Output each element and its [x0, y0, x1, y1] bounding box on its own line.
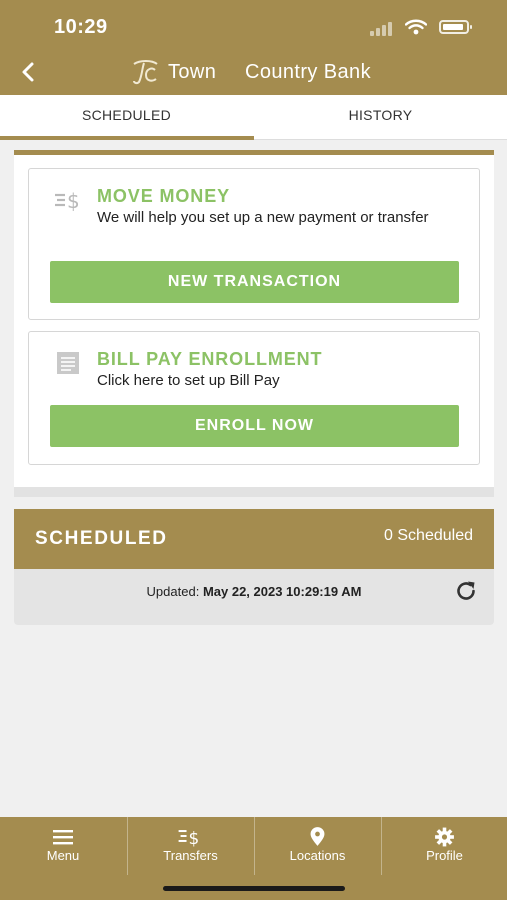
move-money-title: MOVE MONEY [97, 186, 231, 206]
updated-timestamp: Updated: May 22, 2023 10:29:19 AM [14, 584, 494, 599]
top-bar: 10:29 Town Country Bank [0, 0, 507, 95]
scheduled-header: SCHEDULED 0 Scheduled [14, 509, 494, 569]
brand-name-country-bank: Country Bank [245, 61, 371, 83]
tab-scheduled[interactable]: SCHEDULED [0, 95, 253, 140]
nav-locations-label: Locations [289, 848, 346, 863]
nav-profile-label: Profile [426, 848, 463, 863]
scheduled-status: Updated: May 22, 2023 10:29:19 AM [14, 569, 494, 625]
bill-pay-title: BILL PAY ENROLLMENT [97, 349, 323, 369]
bill-document-icon [57, 352, 79, 374]
nav-menu[interactable]: Menu [0, 817, 126, 875]
tcb-monogram-icon [130, 59, 160, 85]
move-money-description: We will help you set up a new payment or… [97, 209, 429, 226]
refresh-icon[interactable] [454, 579, 478, 603]
transfer-dollar-icon: $ [178, 828, 200, 847]
wifi-icon [405, 19, 427, 35]
move-money-card: $ MOVE MONEY We will help you set up a n… [28, 168, 480, 320]
chevron-left-icon[interactable] [18, 58, 40, 86]
svg-text:$: $ [67, 189, 80, 213]
bottom-nav: Menu $ Transfers Locations Profile [0, 817, 507, 900]
nav-locations[interactable]: Locations [254, 817, 380, 875]
app-header: Town Country Bank [0, 56, 507, 90]
nav-menu-label: Menu [46, 848, 80, 863]
scheduled-title: SCHEDULED [35, 528, 168, 549]
battery-icon [439, 20, 472, 34]
panel-footer [14, 487, 494, 497]
location-pin-icon [310, 827, 325, 846]
tab-history[interactable]: HISTORY [254, 95, 507, 140]
gear-icon [435, 827, 454, 847]
enroll-now-button[interactable]: ENROLL NOW [50, 405, 459, 447]
updated-value: May 22, 2023 10:29:19 AM [202, 584, 362, 599]
tab-bar: SCHEDULED HISTORY [0, 95, 507, 140]
bill-pay-card: BILL PAY ENROLLMENT Click here to set up… [28, 331, 480, 465]
nav-transfers[interactable]: $ Transfers [127, 817, 253, 875]
brand-name-town: Town [168, 61, 217, 83]
nav-transfers-label: Transfers [163, 848, 218, 863]
bill-pay-description: Click here to set up Bill Pay [97, 372, 280, 389]
nav-profile[interactable]: Profile [381, 817, 507, 875]
actions-panel: $ MOVE MONEY We will help you set up a n… [14, 150, 494, 497]
status-time: 10:29 [54, 16, 108, 38]
svg-text:$: $ [189, 828, 200, 847]
menu-icon [53, 830, 73, 845]
transfer-dollar-icon: $ [55, 189, 80, 213]
cellular-signal-icon [370, 22, 398, 36]
status-bar: 10:29 [0, 14, 507, 44]
active-tab-indicator [0, 136, 254, 140]
updated-label: Updated: [146, 584, 200, 599]
scheduled-count: 0 Scheduled [384, 527, 473, 544]
home-indicator [163, 886, 345, 891]
new-transaction-button[interactable]: NEW TRANSACTION [50, 261, 459, 303]
